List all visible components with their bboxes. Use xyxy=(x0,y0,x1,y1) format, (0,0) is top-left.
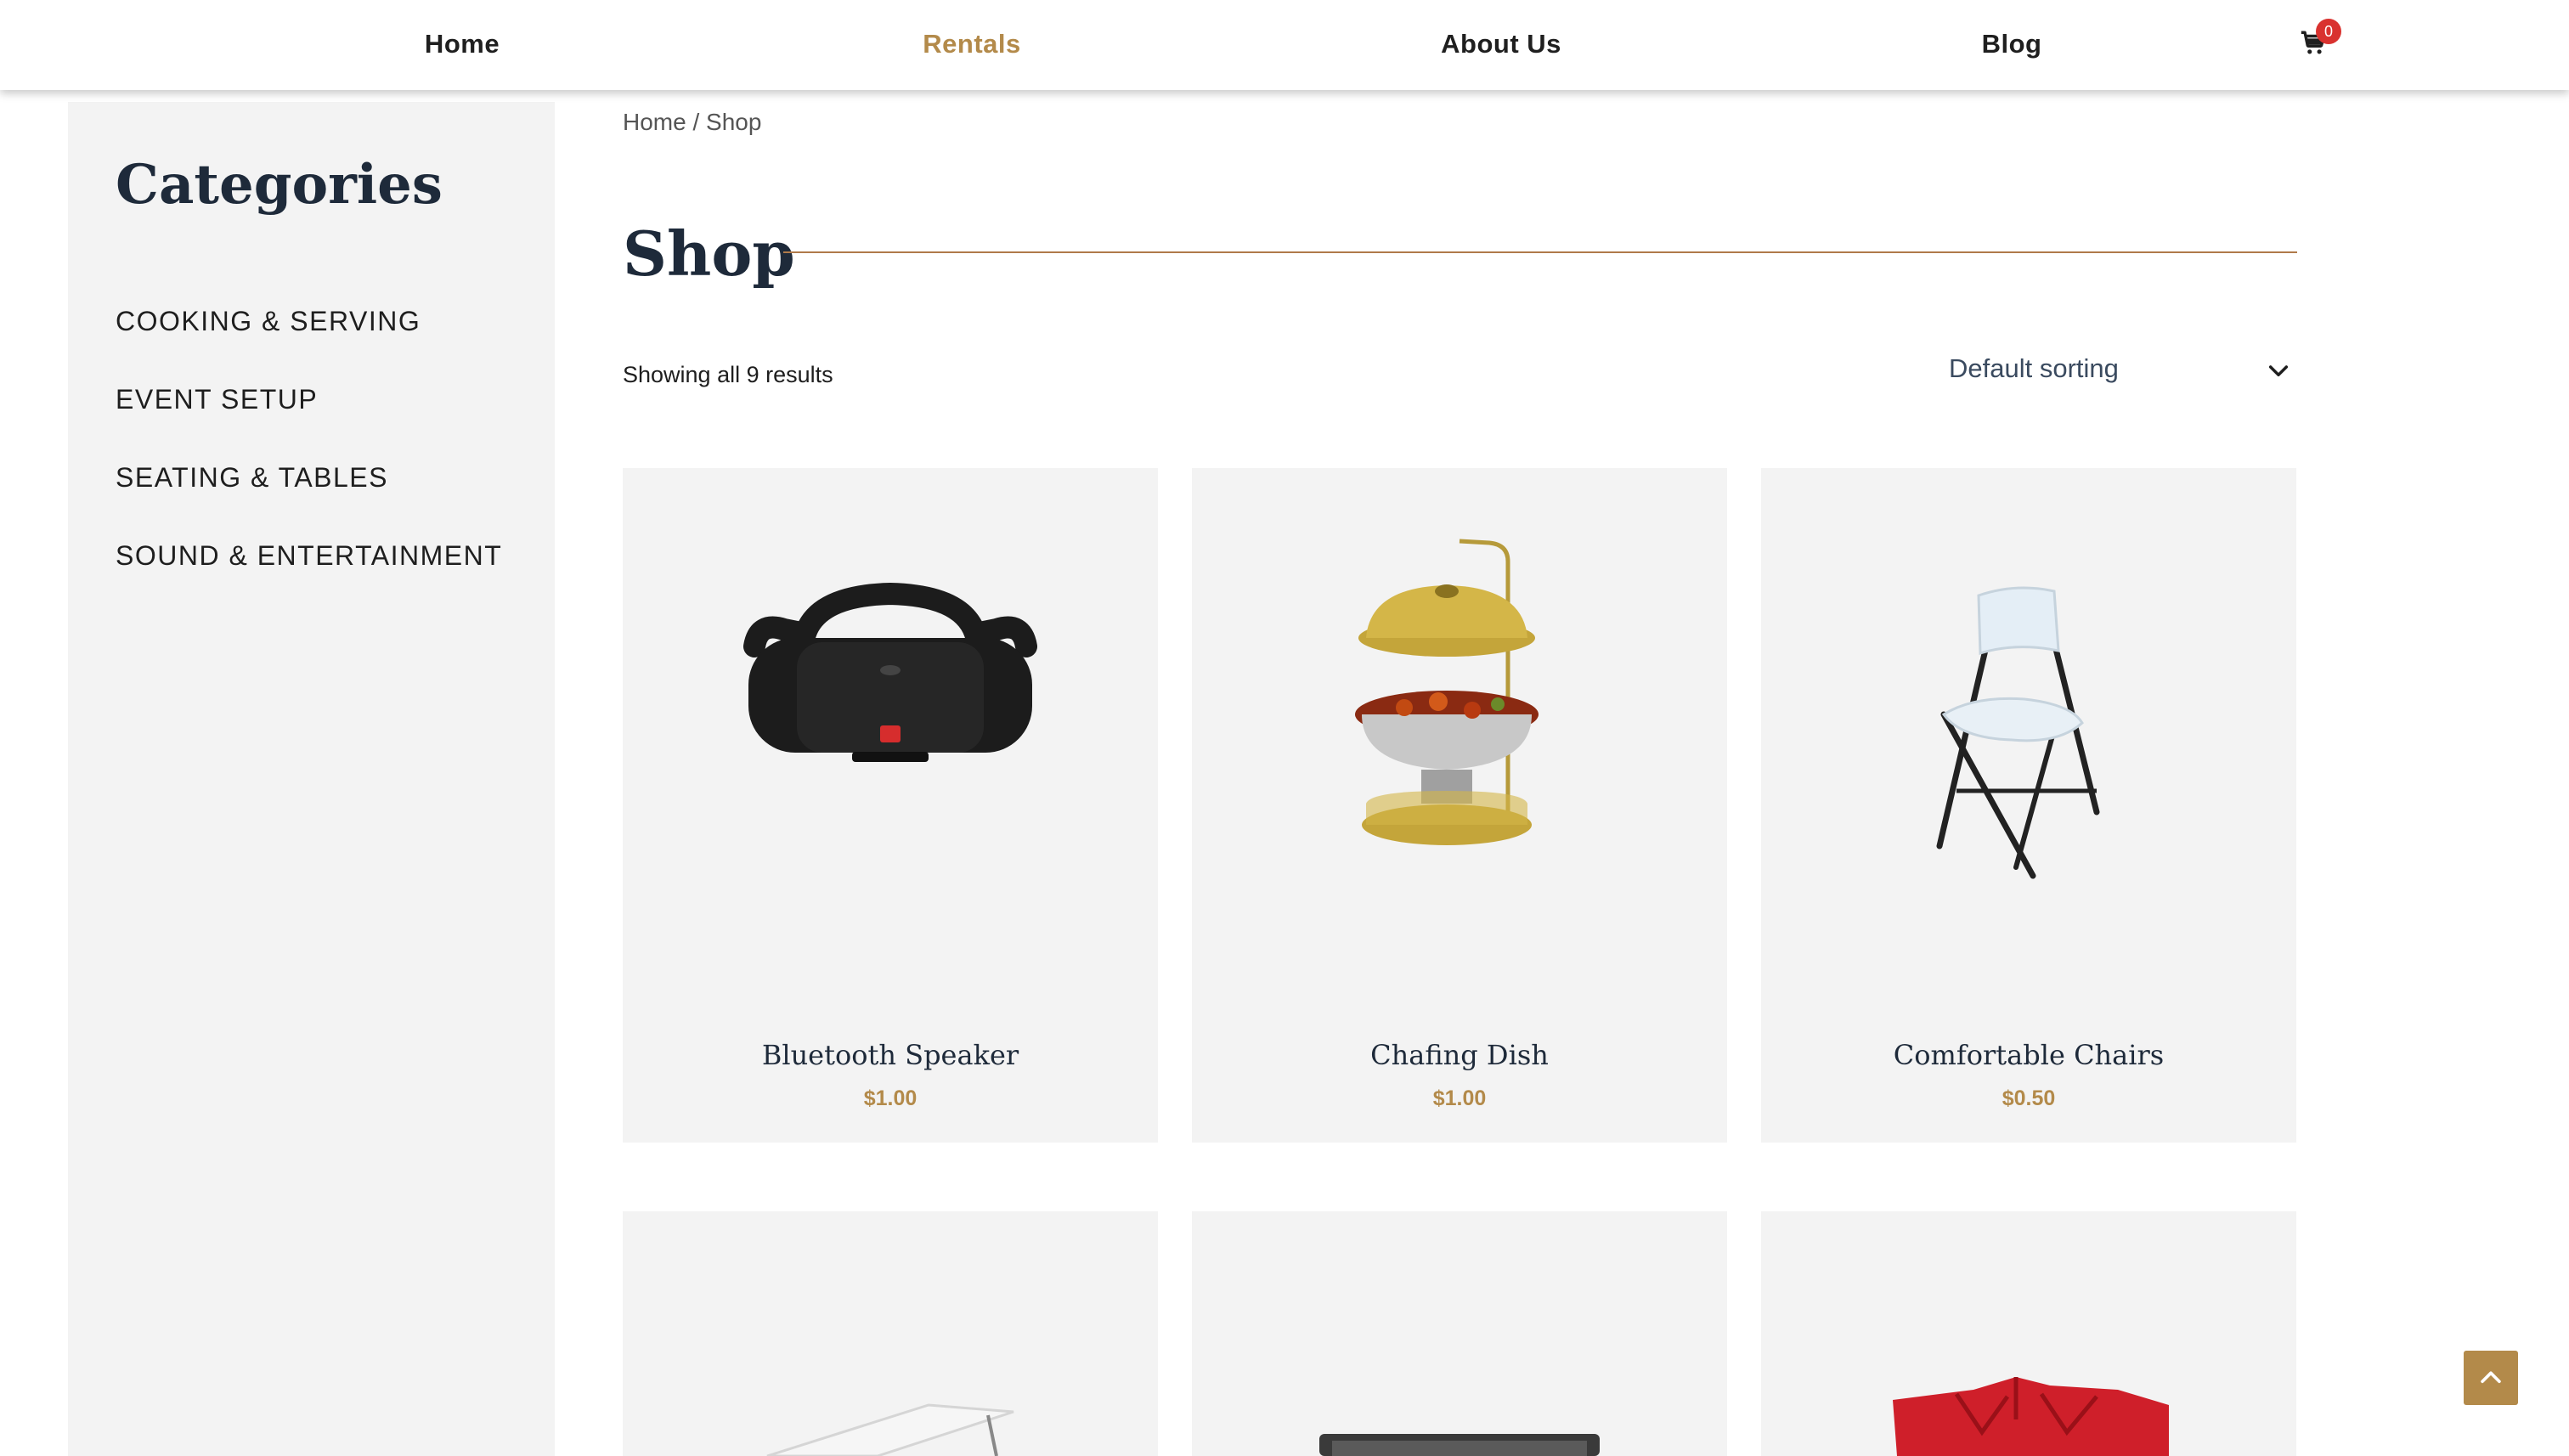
product-name[interactable]: Comfortable Chairs xyxy=(1761,1039,2296,1071)
results-count: Showing all 9 results xyxy=(623,362,833,387)
product-name[interactable]: Chafing Dish xyxy=(1192,1039,1727,1071)
folding-chair-image xyxy=(1936,586,2100,879)
categories-title: Categories xyxy=(116,153,443,217)
nav-blog[interactable]: Blog xyxy=(1982,29,2042,59)
product-name[interactable]: Bluetooth Speaker xyxy=(623,1039,1158,1071)
sort-selected-value: Default sorting xyxy=(1949,353,2119,383)
sort-select[interactable]: Default sorting xyxy=(1949,353,2297,396)
product-price: $1.00 xyxy=(863,1086,918,1110)
product-card[interactable]: Bluetooth Speaker $1.00 xyxy=(623,468,1158,1143)
category-sound-entertainment[interactable]: SOUND & ENTERTAINMENT xyxy=(116,540,502,618)
red-crate-image xyxy=(1893,1377,2169,1456)
cart-count-badge: 0 xyxy=(2316,19,2341,44)
bluetooth-speaker-image xyxy=(743,582,1037,762)
category-list: COOKING & SERVING EVENT SETUP SEATING & … xyxy=(116,306,502,618)
chevron-down-icon xyxy=(2268,365,2289,377)
categories-sidebar: Categories COOKING & SERVING EVENT SETUP… xyxy=(68,102,555,1456)
product-card[interactable]: Comfortable Chairs $0.50 xyxy=(1761,468,2296,1143)
product-card[interactable]: Chafing Dish $1.00 xyxy=(1192,468,1727,1143)
breadcrumb-separator: / xyxy=(686,109,707,135)
category-cooking-serving[interactable]: COOKING & SERVING xyxy=(116,306,502,384)
product-price: $0.50 xyxy=(2002,1086,2056,1110)
title-divider xyxy=(783,251,2297,253)
product-card[interactable] xyxy=(1761,1211,2296,1456)
cart-button[interactable]: 0 xyxy=(2299,19,2341,63)
nav-home[interactable]: Home xyxy=(425,29,500,59)
scroll-to-top-button[interactable] xyxy=(2464,1351,2518,1405)
category-seating-tables[interactable]: SEATING & TABLES xyxy=(116,462,502,540)
nav-rentals[interactable]: Rentals xyxy=(923,29,1020,59)
product-price: $1.00 xyxy=(1432,1086,1487,1110)
chafing-dish-image xyxy=(1355,539,1539,845)
breadcrumb-home[interactable]: Home xyxy=(623,109,686,135)
top-navigation: Home Rentals About Us Blog 0 xyxy=(0,0,2569,90)
nav-about-us[interactable]: About Us xyxy=(1441,29,1561,59)
breadcrumb: Home / Shop xyxy=(623,109,761,136)
page-title: Shop xyxy=(623,217,795,290)
product-card[interactable] xyxy=(1192,1211,1727,1456)
folding-table-image xyxy=(766,1403,1014,1456)
breadcrumb-current: Shop xyxy=(706,109,762,135)
product-card[interactable] xyxy=(623,1211,1158,1456)
category-event-setup[interactable]: EVENT SETUP xyxy=(116,384,502,462)
chevron-up-icon xyxy=(2481,1371,2501,1384)
grill-image xyxy=(1319,1434,1600,1456)
